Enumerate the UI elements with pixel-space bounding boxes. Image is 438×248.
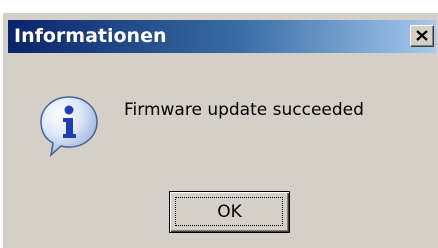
dialog-title: Informationen [14, 25, 167, 47]
message-dialog: Informationen Firmware update succeeded … [1, 11, 438, 248]
ok-button[interactable]: OK [169, 191, 290, 233]
title-bar[interactable]: Informationen [8, 20, 436, 53]
close-button[interactable] [410, 25, 434, 47]
close-icon [416, 30, 428, 41]
information-icon [40, 96, 98, 157]
dialog-message: Firmware update succeeded [124, 100, 364, 120]
ok-button-label: OK [217, 202, 242, 222]
